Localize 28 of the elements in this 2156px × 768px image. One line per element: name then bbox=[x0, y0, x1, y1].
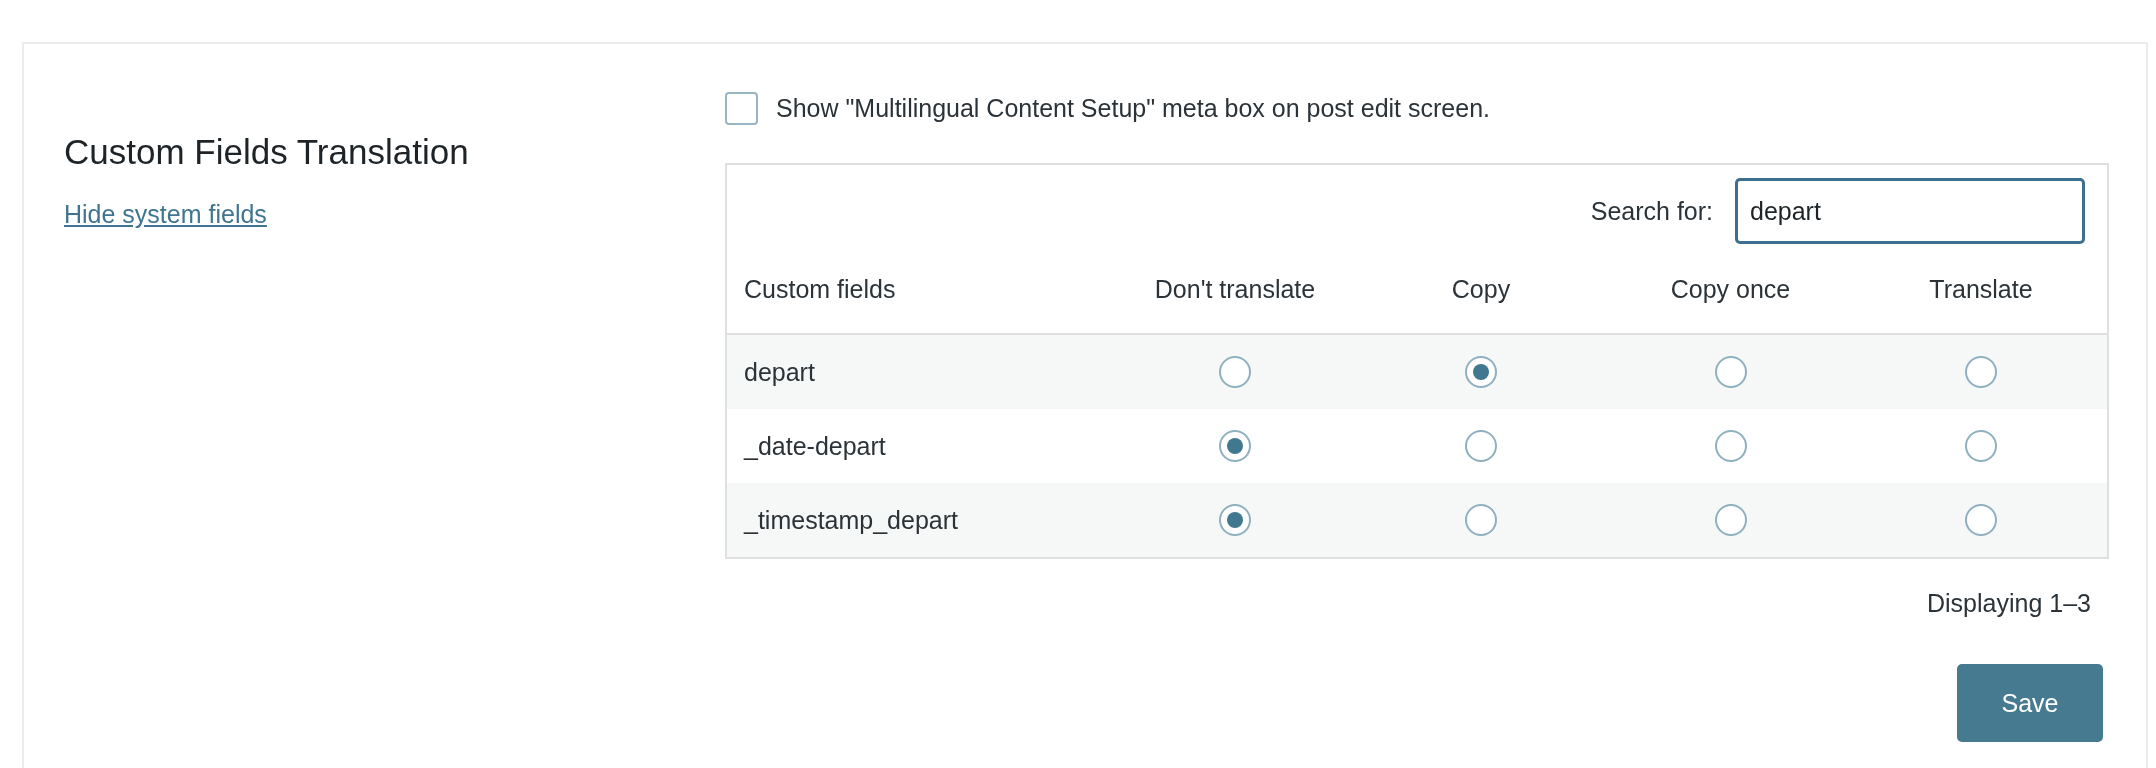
save-button[interactable]: Save bbox=[1957, 664, 2103, 742]
section-title: Custom Fields Translation bbox=[64, 132, 470, 172]
column-header: Don't translate bbox=[1153, 274, 1317, 304]
field-name: depart bbox=[743, 357, 816, 387]
radio-button[interactable] bbox=[1714, 504, 1747, 536]
pagination-text: Displaying 1–3 bbox=[1927, 589, 2091, 618]
radio-button[interactable] bbox=[1714, 356, 1747, 388]
column-header: Custom fields bbox=[743, 274, 897, 304]
checkbox[interactable] bbox=[725, 92, 758, 125]
field-name: _timestamp_depart bbox=[742, 505, 959, 535]
radio-button[interactable] bbox=[1465, 504, 1497, 536]
checkbox-label: Show "Multilingual Content Setup" meta box on post edit screen. bbox=[776, 94, 1490, 123]
radio-button[interactable] bbox=[1965, 430, 1997, 462]
radio-button[interactable] bbox=[1714, 430, 1747, 462]
search-field[interactable]: depart bbox=[1735, 178, 2085, 244]
column-header: Copy once bbox=[1669, 274, 1792, 304]
radio-button[interactable] bbox=[1219, 430, 1251, 462]
radio-button[interactable] bbox=[1465, 430, 1497, 462]
hide-system-fields-link[interactable]: Hide system fields bbox=[64, 200, 267, 228]
field-name: _date-depart bbox=[742, 431, 887, 461]
search-label: Search for: bbox=[1590, 196, 1713, 226]
radio-button[interactable] bbox=[1219, 356, 1251, 388]
radio-button[interactable] bbox=[1219, 504, 1251, 536]
radio-button[interactable] bbox=[1965, 356, 1997, 388]
column-header: Copy bbox=[1450, 274, 1512, 304]
radio-button[interactable] bbox=[1965, 504, 1997, 536]
radio-button[interactable] bbox=[1465, 356, 1497, 388]
column-header: Translate bbox=[1928, 274, 2034, 304]
